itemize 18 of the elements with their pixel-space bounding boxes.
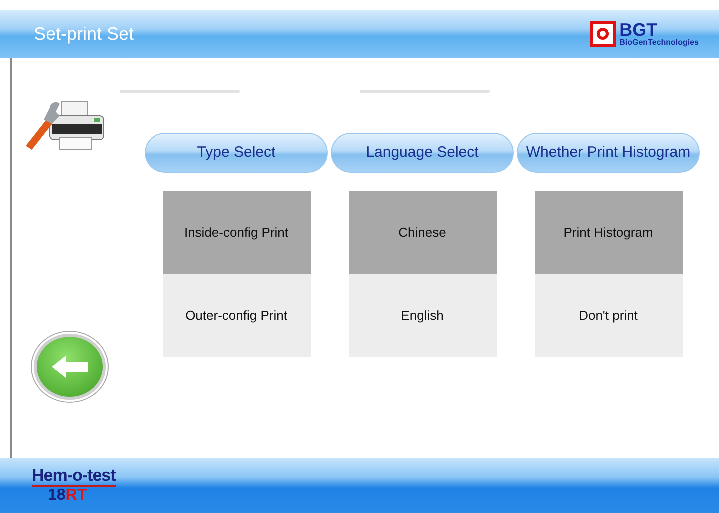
option-item[interactable]: Print Histogram [534, 191, 682, 274]
model-suffix: RT [66, 487, 88, 504]
option-item[interactable]: Outer-config Print [162, 274, 310, 357]
option-item[interactable]: Chinese [348, 191, 496, 274]
option-item[interactable]: Inside-config Print [162, 191, 310, 274]
page-title: Set-print Set [34, 22, 134, 46]
logo-text: BGT [620, 22, 658, 38]
model-number: 18 [48, 487, 66, 504]
option-item[interactable]: Don't print [534, 274, 682, 357]
brand-name: Hem-o-test [32, 467, 116, 487]
logo-icon [590, 21, 616, 47]
logo-subtitle: BioGenTechnologies [620, 38, 699, 46]
back-button[interactable] [34, 334, 106, 400]
option-item[interactable]: English [348, 274, 496, 357]
back-arrow-icon [50, 354, 90, 380]
column-header: Whether Print Histogram [517, 133, 700, 173]
column-header: Type Select [145, 133, 328, 173]
column-header: Language Select [331, 133, 514, 173]
